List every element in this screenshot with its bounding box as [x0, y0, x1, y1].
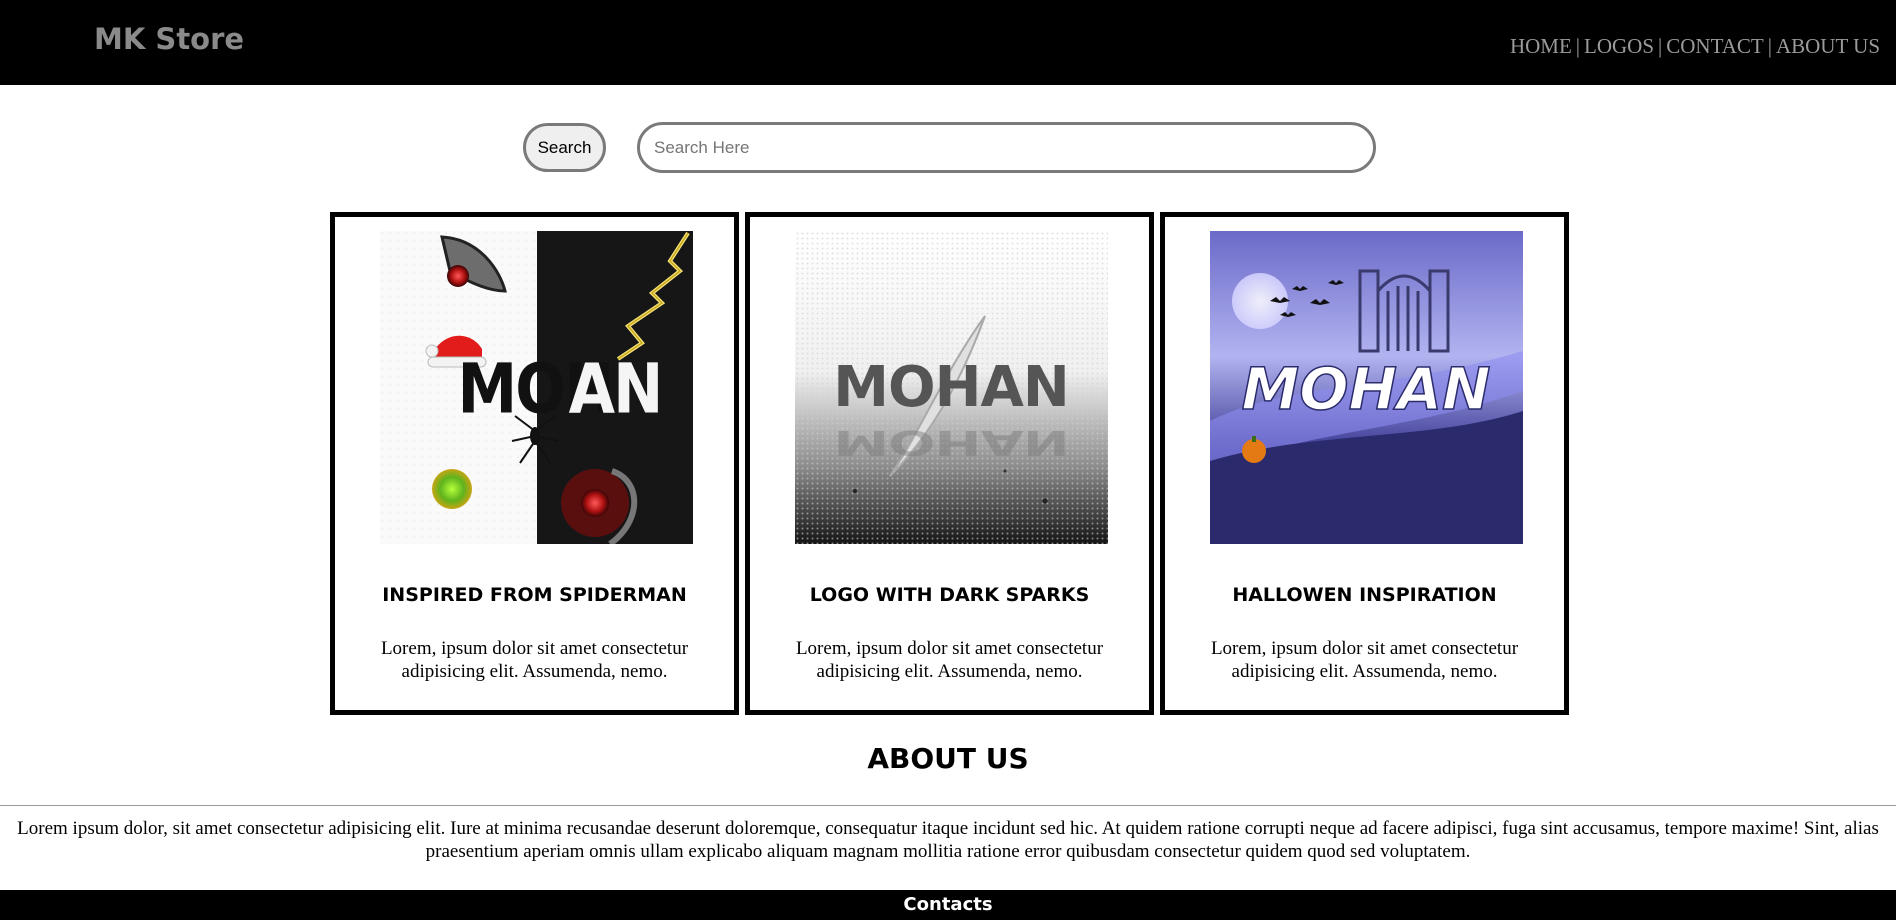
top-navbar: MK Store HOME | LOGOS | CONTACT | ABOUT US — [0, 0, 1896, 85]
nav-separator: | — [1575, 34, 1581, 58]
brand-title[interactable]: MK Store — [94, 22, 244, 56]
search-input[interactable] — [637, 122, 1376, 173]
card-image-dark-sparks-logo[interactable]: MOHAN MOHAN — [795, 231, 1108, 544]
svg-text:MOHAN: MOHAN — [833, 423, 1068, 462]
card-description: Lorem, ipsum dolor sit amet consectetur … — [1210, 638, 1519, 682]
footer-contacts[interactable]: Contacts — [0, 890, 1896, 920]
nav-separator: | — [1658, 34, 1663, 58]
svg-text:AN: AN — [569, 350, 662, 430]
nav-contact-link[interactable]: CONTACT — [1666, 34, 1763, 58]
card-image-spiderman-logo[interactable]: MOH AN — [380, 231, 693, 544]
nav-separator: | — [1767, 34, 1772, 58]
main-nav: HOME | LOGOS | CONTACT | ABOUT US — [1510, 34, 1880, 59]
search-button[interactable]: Search — [523, 123, 606, 172]
svg-text:MOHAN: MOHAN — [1242, 355, 1491, 423]
nav-home-link[interactable]: HOME — [1510, 34, 1572, 58]
about-us-text: Lorem ipsum dolor, sit amet consectetur … — [17, 818, 1879, 862]
card-title: INSPIRED FROM SPIDERMAN — [382, 584, 687, 606]
card-description: Lorem, ipsum dolor sit amet consectetur … — [380, 638, 689, 682]
svg-text:MOHAN: MOHAN — [833, 355, 1068, 420]
card-title: HALLOWEN INSPIRATION — [1232, 584, 1497, 606]
section-divider — [0, 805, 1896, 806]
nav-logos-link[interactable]: LOGOS — [1584, 34, 1654, 58]
logo-card-spiderman[interactable]: MOH AN INSPIRED FROM SPIDERMAN Lorem, ip… — [330, 212, 739, 715]
about-us-heading: ABOUT US — [867, 742, 1029, 775]
card-image-halloween-logo[interactable]: MOHAN — [1210, 231, 1523, 544]
nav-about-link[interactable]: ABOUT US — [1776, 34, 1880, 58]
logo-card-dark-sparks[interactable]: MOHAN MOHAN LOGO WITH DARK SPARKS Lorem,… — [745, 212, 1154, 715]
logo-card-halloween[interactable]: MOHAN HALLOWEN INSPIRATION Lorem, ipsum … — [1160, 212, 1569, 715]
card-title: LOGO WITH DARK SPARKS — [809, 584, 1090, 606]
card-description: Lorem, ipsum dolor sit amet consectetur … — [795, 638, 1104, 682]
